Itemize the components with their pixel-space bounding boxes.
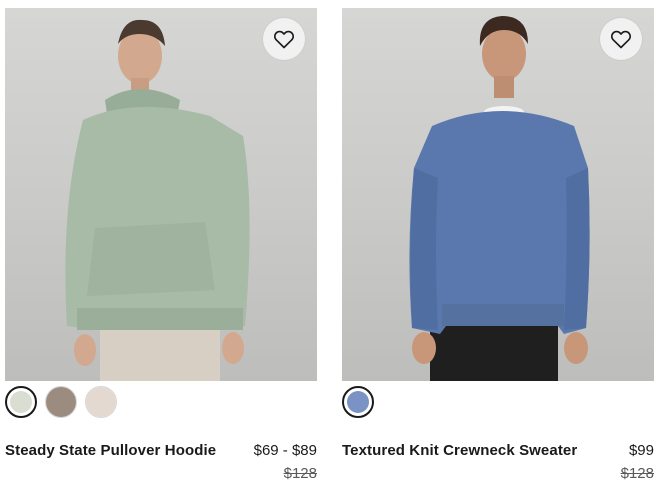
swatch-fill <box>86 387 116 417</box>
hoodie-model-illustration <box>65 19 250 381</box>
product-price: $99 <box>628 442 654 459</box>
swatch-fill <box>10 391 32 413</box>
product-card-hoodie[interactable]: Steady State Pullover Hoodie $69 - $89 $… <box>5 8 317 492</box>
original-price: $128 <box>620 465 654 482</box>
price-block: $99 $128 <box>621 442 654 482</box>
color-swatch-selected[interactable] <box>5 386 37 418</box>
product-card-sweater[interactable]: Textured Knit Crewneck Sweater $99 $128 <box>342 8 654 492</box>
color-swatches <box>5 386 117 422</box>
heart-outline-icon <box>274 30 294 49</box>
sweater-model-illustration <box>409 16 590 381</box>
color-swatch-selected[interactable] <box>342 386 374 418</box>
product-image-hoodie[interactable] <box>5 8 317 381</box>
heart-outline-icon <box>611 30 631 49</box>
color-swatch[interactable] <box>85 386 117 418</box>
product-image-sweater[interactable] <box>342 8 654 381</box>
product-name[interactable]: Textured Knit Crewneck Sweater <box>342 442 577 459</box>
wishlist-heart-button[interactable] <box>600 18 642 60</box>
color-swatch[interactable] <box>45 386 77 418</box>
price-block: $69 - $89 $128 <box>254 442 317 482</box>
original-price: $128 <box>283 465 317 482</box>
swatch-fill <box>347 391 369 413</box>
product-name[interactable]: Steady State Pullover Hoodie <box>5 442 216 459</box>
product-grid: Steady State Pullover Hoodie $69 - $89 $… <box>0 0 666 492</box>
product-price: $69 - $89 <box>253 442 317 459</box>
wishlist-heart-button[interactable] <box>263 18 305 60</box>
color-swatches <box>342 386 374 422</box>
swatch-fill <box>46 387 76 417</box>
